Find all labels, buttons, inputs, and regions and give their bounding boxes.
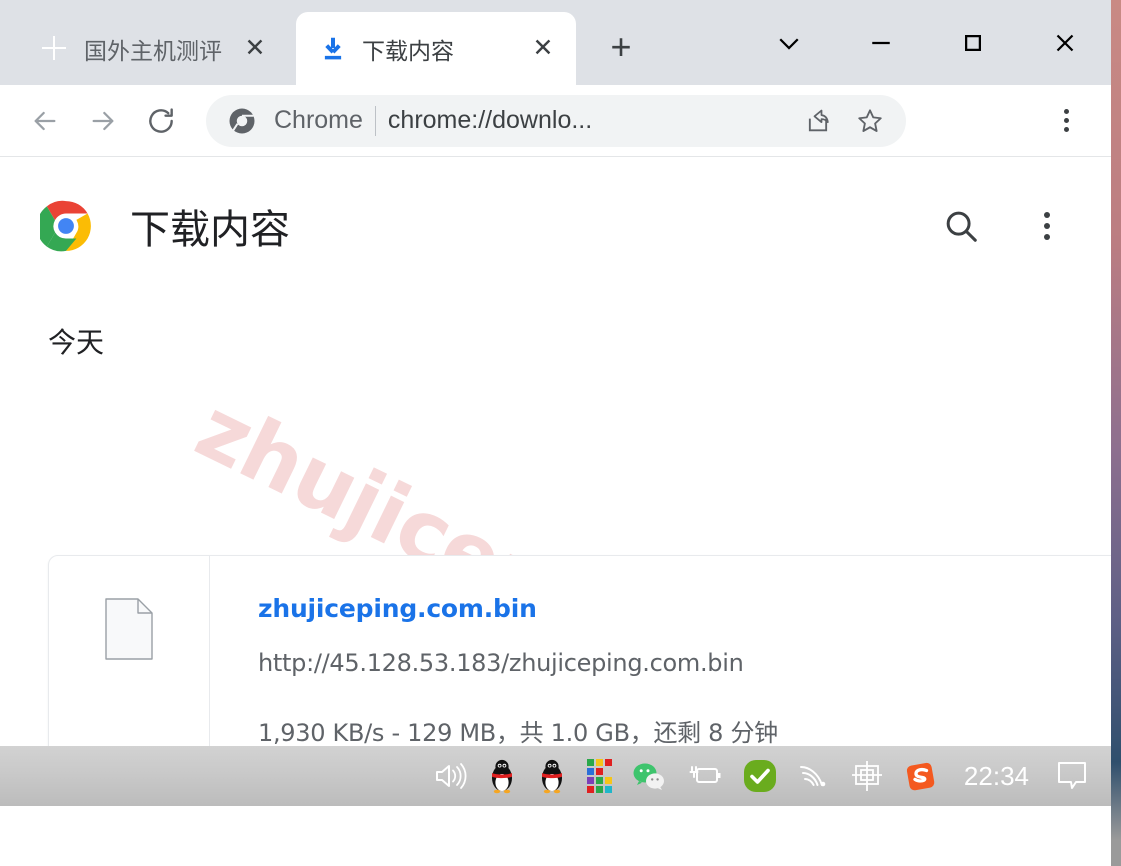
site-favicon-icon [40, 34, 70, 64]
battery-charging-icon[interactable] [676, 753, 732, 799]
tab-search-chevron-icon[interactable] [743, 0, 835, 85]
desktop-background-strip [1111, 0, 1121, 866]
document-file-icon [105, 598, 153, 660]
close-icon[interactable]: ✕ [528, 34, 558, 64]
tab-title: 国外主机测评 [84, 37, 222, 64]
browser-toolbar: Chrome chrome://downlo... [0, 85, 1111, 157]
page-header: 下载内容 [0, 157, 1111, 267]
tab-site[interactable]: 国外主机测评 ✕ [18, 12, 288, 85]
tab-downloads[interactable]: 下载内容 ✕ [296, 12, 576, 85]
browser-menu-button[interactable] [1039, 94, 1093, 148]
downloads-page: zhujiceping.com 下载内容 [0, 157, 1111, 806]
menu-dot [1063, 118, 1069, 123]
close-icon[interactable]: ✕ [240, 34, 270, 64]
volume-icon[interactable] [423, 753, 477, 799]
chrome-logo [36, 200, 92, 252]
new-tab-button[interactable]: + [600, 26, 642, 68]
minimize-button[interactable] [835, 0, 927, 85]
qq-icon[interactable] [477, 753, 527, 799]
security-check-icon[interactable] [732, 753, 788, 799]
star-icon[interactable] [850, 101, 890, 141]
close-window-button[interactable] [1019, 0, 1111, 85]
menu-dot [1044, 223, 1050, 229]
day-group-label: 今天 [48, 327, 105, 358]
url-text[interactable]: chrome://downlo... [388, 106, 786, 135]
screen: 国外主机测评 ✕ 下载内容 ✕ + Chrome chrome://downlo… [0, 0, 1121, 866]
share-icon[interactable] [798, 101, 838, 141]
browser-window: 国外主机测评 ✕ 下载内容 ✕ + Chrome chrome://downlo… [0, 0, 1111, 806]
forward-arrow-icon[interactable] [76, 94, 130, 148]
menu-dot [1044, 212, 1050, 218]
chrome-mono-icon [222, 101, 262, 141]
page-title: 下载内容 [130, 208, 290, 252]
menu-dot [1044, 234, 1050, 240]
download-arrow-icon [318, 34, 348, 64]
page-header-actions [937, 202, 1071, 250]
ime-chinese-icon[interactable] [840, 753, 894, 799]
search-icon[interactable] [937, 202, 985, 250]
qq-icon-2[interactable] [527, 753, 577, 799]
reload-icon[interactable] [134, 94, 188, 148]
omnibox-chip-label: Chrome [274, 106, 363, 134]
menu-dot [1063, 127, 1069, 132]
taskbar-clock[interactable]: 22:34 [948, 761, 1045, 792]
download-filename-link[interactable]: zhujiceping.com.bin [258, 594, 1111, 623]
menu-dot [1063, 109, 1069, 114]
download-source-url: http://45.128.53.183/zhujiceping.com.bin [258, 649, 744, 677]
tab-strip: 国外主机测评 ✕ 下载内容 ✕ + [0, 0, 1111, 85]
window-controls [743, 0, 1111, 85]
wifi-icon[interactable] [788, 753, 840, 799]
address-bar[interactable]: Chrome chrome://downlo... [206, 94, 906, 147]
tab-title: 下载内容 [362, 37, 454, 64]
color-grid-icon[interactable] [577, 753, 622, 799]
page-menu-button[interactable] [1023, 202, 1071, 250]
maximize-button[interactable] [927, 0, 1019, 85]
wechat-icon[interactable] [622, 753, 676, 799]
sogou-icon[interactable] [894, 753, 948, 799]
notification-icon[interactable] [1045, 753, 1099, 799]
omnibox-divider [374, 105, 376, 136]
windows-taskbar: 22:34 [0, 746, 1111, 806]
back-arrow-icon[interactable] [18, 94, 72, 148]
download-status-text: 1,930 KB/s - 129 MB，共 1.0 GB，还剩 8 分钟 [258, 719, 778, 747]
